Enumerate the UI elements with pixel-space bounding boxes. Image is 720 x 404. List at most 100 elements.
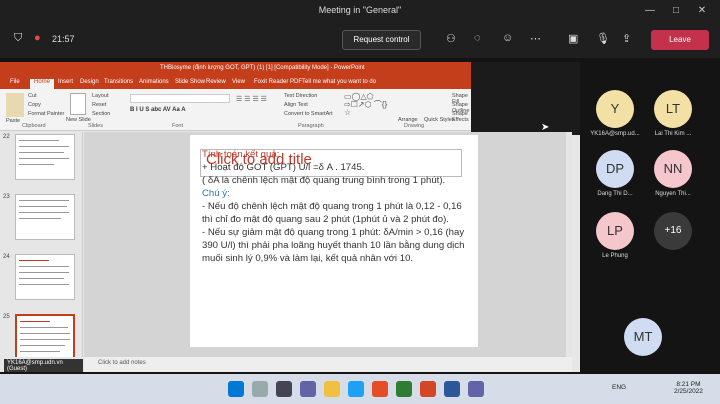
- teams-icon[interactable]: [468, 381, 484, 397]
- share-icon[interactable]: ⇪: [622, 32, 631, 45]
- shared-screen: THBiosyme (định lượng GOT, GPT) (1) [1] …: [0, 62, 580, 372]
- slide-thumbnail[interactable]: [15, 194, 75, 240]
- slide-heading: Tính toán kết quả:: [202, 149, 280, 160]
- section-button[interactable]: Section: [92, 111, 110, 117]
- paste-icon[interactable]: [6, 93, 24, 117]
- screen-overlay: ➤: [471, 62, 580, 135]
- slide[interactable]: Click to add title Tính toán kết quả: + …: [190, 135, 478, 347]
- tab-insert[interactable]: Insert: [58, 79, 73, 85]
- window-title-bar: Meeting in "General" — □ ✕: [0, 0, 720, 22]
- participants-panel: Y YK16A@smp.ud... LT Lai Thi Kim ... DP Dang …: [586, 62, 720, 372]
- teams-chat-icon[interactable]: [300, 381, 316, 397]
- reset-button[interactable]: Reset: [92, 102, 106, 108]
- word-icon[interactable]: [444, 381, 460, 397]
- maximize-button[interactable]: □: [668, 3, 684, 19]
- powerpoint-icon[interactable]: [420, 381, 436, 397]
- minimize-button[interactable]: —: [642, 3, 658, 19]
- avatar[interactable]: Y: [596, 90, 634, 128]
- camera-off-icon[interactable]: ▣: [568, 32, 578, 45]
- tab-transitions[interactable]: Transitions: [104, 79, 133, 85]
- more-options-icon[interactable]: ⋯: [530, 32, 541, 45]
- leave-button[interactable]: Leave: [651, 30, 709, 50]
- people-icon[interactable]: ⚇: [446, 32, 456, 45]
- thumb-number: 23: [3, 194, 10, 200]
- avatar[interactable]: LP: [596, 212, 634, 250]
- slide-editing-area: Click to add title Tính toán kết quả: + …: [84, 132, 572, 362]
- slide-text-line: ( δA là chênh lệch mật độ quang trung bì…: [202, 175, 446, 186]
- avatar[interactable]: MT: [624, 318, 662, 356]
- font-format-buttons[interactable]: B I U S abc AV Aa A: [130, 107, 230, 115]
- group-font: Font: [172, 123, 184, 129]
- tab-design[interactable]: Design: [80, 79, 99, 85]
- participant-name: YK16A@smp.ud...: [590, 131, 640, 137]
- start-icon[interactable]: [228, 381, 244, 397]
- new-slide-icon[interactable]: [70, 93, 86, 115]
- participant-tile[interactable]: Y YK16A@smp.ud...: [590, 90, 640, 137]
- quick-styles-button[interactable]: Quick Styles: [424, 117, 455, 123]
- avatar[interactable]: +16: [654, 212, 692, 250]
- powerpoint-title: THBiosyme (định lượng GOT, GPT) (1) [1] …: [160, 65, 365, 71]
- format-painter-button[interactable]: Format Painter: [28, 111, 64, 117]
- slide-thumbnails-pane: 22 23 24 25: [0, 132, 83, 372]
- participant-tile[interactable]: DP Dang Thi D...: [596, 150, 634, 197]
- slide-text-line: - Nếu độ chênh lệch mật độ quang trong 1…: [202, 201, 462, 225]
- notes-pane[interactable]: Click to add notes: [84, 357, 572, 372]
- shield-icon[interactable]: ⛉: [14, 32, 22, 45]
- ribbon: Paste Cut Copy Format Painter New Slide …: [0, 89, 471, 131]
- avatar[interactable]: NN: [654, 150, 692, 188]
- text-direction-button[interactable]: Text Direction: [284, 93, 317, 99]
- layout-button[interactable]: Layout: [92, 93, 109, 99]
- search-icon[interactable]: [252, 381, 268, 397]
- shapes-gallery[interactable]: ▭◯△⬠ ⇨☐↗⬡ ⌒{}☆: [344, 93, 392, 117]
- notes-placeholder[interactable]: Click to add notes: [98, 360, 146, 366]
- participant-tile[interactable]: LT Lai Thi Kim ...: [654, 90, 692, 137]
- avatar[interactable]: DP: [596, 150, 634, 188]
- vertical-scrollbar[interactable]: [566, 132, 572, 362]
- slide-body[interactable]: Tính toán kết quả: + Hoạt độ GOT (GPT) U…: [202, 148, 472, 265]
- tab-file[interactable]: File: [10, 79, 20, 85]
- align-text-button[interactable]: Align Text: [284, 102, 308, 108]
- font-name-box[interactable]: [130, 94, 230, 103]
- task-view-icon[interactable]: [276, 381, 292, 397]
- participant-tile[interactable]: LP Le Phung: [596, 212, 634, 259]
- copy-button[interactable]: Copy: [28, 102, 41, 108]
- file-explorer-icon[interactable]: [324, 381, 340, 397]
- group-slides: Slides: [88, 123, 103, 129]
- slide-thumbnail-selected[interactable]: [15, 314, 75, 360]
- tab-home[interactable]: Home: [30, 79, 55, 89]
- clock[interactable]: 8:21 PM 2/25/2022: [674, 381, 703, 395]
- participant-name: Le Phung: [602, 253, 628, 259]
- close-button[interactable]: ✕: [694, 3, 710, 19]
- group-paragraph: Paragraph: [298, 123, 324, 129]
- participant-tile[interactable]: MT: [624, 318, 662, 356]
- thumb-number: 25: [3, 314, 10, 320]
- cut-button[interactable]: Cut: [28, 93, 37, 99]
- request-control-button[interactable]: Request control: [342, 30, 421, 50]
- participant-tile[interactable]: +16: [654, 212, 692, 250]
- tab-review[interactable]: Review: [206, 79, 226, 85]
- participant-tile[interactable]: NN Nguyen Thi...: [654, 150, 692, 197]
- slide-thumbnail[interactable]: [15, 254, 75, 300]
- paste-label: Paste: [6, 118, 21, 124]
- reactions-icon[interactable]: ☺: [502, 32, 513, 44]
- meeting-toolbar: ⛉ ● 21:57 Request control ⚇ ◌ ☺ ⋯ ▣ 🎙 ⇪ …: [0, 22, 720, 58]
- tab-view[interactable]: View: [232, 79, 245, 85]
- tell-me-box[interactable]: Tell me what you want to do: [302, 79, 376, 85]
- paragraph-buttons[interactable]: ☰ ☰ ☰ ☰: [236, 95, 276, 115]
- tab-slide-show[interactable]: Slide Show: [175, 79, 205, 85]
- language-indicator[interactable]: ENG: [612, 384, 626, 391]
- avatar[interactable]: LT: [654, 90, 692, 128]
- thumb-number: 22: [3, 134, 10, 140]
- slide-thumbnail[interactable]: [15, 134, 75, 180]
- status-area: YK16A@smp.udn.vn (Guest): [0, 357, 83, 372]
- ribbon-tabs: File Home Insert Design Transitions Anim…: [0, 77, 471, 89]
- excel-icon[interactable]: [396, 381, 412, 397]
- chat-icon[interactable]: ◌: [474, 32, 481, 44]
- tab-animations[interactable]: Animations: [139, 79, 169, 85]
- shape-effects-button[interactable]: Shape Effects: [452, 111, 471, 123]
- tab-foxit[interactable]: Foxit Reader PDF: [254, 79, 302, 85]
- chrome-icon[interactable]: [372, 381, 388, 397]
- edge-icon[interactable]: [348, 381, 364, 397]
- mic-off-icon[interactable]: 🎙: [596, 32, 610, 45]
- convert-smartart-button[interactable]: Convert to SmartArt: [284, 111, 333, 117]
